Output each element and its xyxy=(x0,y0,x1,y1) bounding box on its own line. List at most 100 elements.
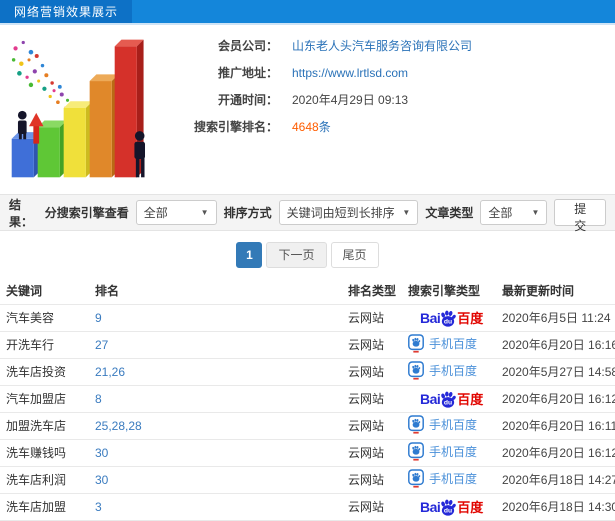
mobile-baidu-label: 手机百度 xyxy=(429,444,478,459)
header-bar: 网络营销效果展示 xyxy=(0,0,615,25)
open-time-label: 开通时间： xyxy=(217,93,278,107)
mobile-baidu-icon xyxy=(408,360,424,380)
chevron-down-icon: ▼ xyxy=(531,208,540,217)
rank-value-link[interactable]: 27 xyxy=(95,338,108,352)
baidu-logo-text: Bai xyxy=(420,309,441,326)
rank-cell: 25,28,28 xyxy=(89,412,342,440)
sort-filter-value: 关键词由短到长排序 xyxy=(286,206,395,220)
mobile-baidu-icon xyxy=(408,414,424,434)
svg-text:du: du xyxy=(444,399,452,406)
bar-green xyxy=(37,120,67,178)
page-1-button[interactable]: 1 xyxy=(236,241,263,268)
rank-cell: 3 xyxy=(89,493,342,521)
sort-filter-select[interactable]: 关键词由短到长排序 ▼ xyxy=(278,200,419,225)
open-time-value: 2020年4月29日 09:13 xyxy=(292,93,409,107)
baidu-mobile-badge: 手机百度 xyxy=(408,468,478,488)
baidu-paw-icon: du xyxy=(441,391,457,408)
engine-filter-select[interactable]: 全部 ▼ xyxy=(135,200,217,225)
rank-value-link[interactable]: 3 xyxy=(95,500,102,514)
update-time-cell: 2020年6月5日 11:24 xyxy=(496,304,615,332)
engine-cell: 手机百度 xyxy=(402,466,496,494)
rank-type-cell: 云网站 xyxy=(342,358,402,386)
rank-count-value: 4648条 xyxy=(292,118,331,135)
article-type-label: 文章类型 xyxy=(425,206,474,220)
rank-value-link[interactable]: 25,28,28 xyxy=(95,419,142,433)
table-row: 开洗车行 27 云网站 手机百度 2020年6月20日 16:16 xyxy=(0,331,615,359)
page-title: 网络营销效果展示 xyxy=(0,0,133,23)
table-row: 洗车赚钱吗 30 云网站 手机百度 2020年6月20日 16:12 xyxy=(0,439,615,467)
submit-button[interactable]: 提交 xyxy=(554,199,607,233)
keyword-cell: 洗车店投资 xyxy=(0,358,89,386)
baidu-mobile-badge: 手机百度 xyxy=(408,414,478,434)
engine-cell: 手机百度 xyxy=(402,439,496,467)
header-rank: 排名 xyxy=(89,278,342,305)
company-link[interactable]: 山东老人头汽车服务咨询有限公司 xyxy=(292,37,472,54)
table-row: 洗车店投资 21,26 云网站 手机百度 2020年5月27日 14:58 xyxy=(0,358,615,386)
rank-value-link[interactable]: 9 xyxy=(95,311,102,325)
update-time-cell: 2020年6月20日 16:11 xyxy=(496,412,615,440)
url-label: 推广地址： xyxy=(217,66,278,80)
promotion-url-link[interactable]: https://www.lrtlsd.com xyxy=(292,66,408,80)
update-time-cell: 2020年6月20日 16:12 xyxy=(496,385,615,413)
header-keyword: 关键词 xyxy=(0,278,89,305)
confetti-dots xyxy=(11,40,74,110)
update-time-cell: 2020年6月20日 16:16 xyxy=(496,331,615,359)
keyword-cell: 洗车赚钱吗 xyxy=(0,439,89,467)
baidu-mobile-badge: 手机百度 xyxy=(408,333,477,353)
mobile-baidu-icon xyxy=(408,468,424,488)
mobile-baidu-label: 手机百度 xyxy=(429,417,478,432)
table-row: 洗车店加盟 3 云网站 Bai du 百度 2020年6月18日 14:30 xyxy=(0,493,615,521)
rank-type-cell: 云网站 xyxy=(342,331,402,359)
mobile-baidu-icon xyxy=(408,441,424,461)
mobile-baidu-icon xyxy=(408,333,424,353)
baidu-paw-icon: du xyxy=(441,499,457,516)
rank-value-link[interactable]: 30 xyxy=(95,446,108,460)
rank-cell: 21,26 xyxy=(89,358,342,386)
update-time-cell: 2020年6月18日 14:27 xyxy=(496,466,615,494)
growth-chart-illustration xyxy=(11,39,146,178)
engine-cell: 手机百度 xyxy=(402,358,496,386)
header-rank-type: 排名类型 xyxy=(342,278,402,305)
results-table: 关键词 排名 排名类型 搜索引擎类型 最新更新时间 汽车美容 9 云网站 Bai du 百… xyxy=(0,278,615,521)
baidu-mobile-badge: 手机百度 xyxy=(408,441,478,461)
svg-text:du: du xyxy=(444,507,452,514)
update-time-cell: 2020年6月18日 14:30 xyxy=(496,493,615,521)
engine-cell: Bai du 百度 xyxy=(402,385,496,413)
info-row-open-time: 开通时间： 2020年4月29日 09:13 xyxy=(178,86,472,113)
rank-cell: 27 xyxy=(89,331,342,359)
engine-filter-value: 全部 xyxy=(143,206,168,220)
rank-type-cell: 云网站 xyxy=(342,412,402,440)
company-label: 会员公司： xyxy=(217,39,278,53)
baidu-paw-icon: du xyxy=(441,310,457,327)
svg-text:du: du xyxy=(444,318,452,325)
keyword-cell: 洗车店加盟 xyxy=(0,493,89,521)
header-engine: 搜索引擎类型 xyxy=(402,278,496,305)
article-type-value: 全部 xyxy=(488,206,513,220)
filter-bar: 结果： 分搜索引擎查看 全部 ▼ 排序方式 关键词由短到长排序 ▼ 文章类型 全… xyxy=(0,194,615,233)
baidu-pc-logo: Bai du 百度 xyxy=(420,308,483,327)
rank-type-cell: 云网站 xyxy=(342,385,402,413)
member-info: 会员公司： 山东老人头汽车服务咨询有限公司 推广地址： https://www.… xyxy=(178,32,472,140)
mobile-baidu-label: 手机百度 xyxy=(429,363,478,378)
last-page-button[interactable]: 尾页 xyxy=(330,241,379,268)
rank-value-link[interactable]: 8 xyxy=(95,392,102,406)
rank-cell: 9 xyxy=(89,304,342,332)
baidu-mobile-badge: 手机百度 xyxy=(408,360,478,380)
info-row-company: 会员公司： 山东老人头汽车服务咨询有限公司 xyxy=(178,32,472,59)
baidu-pc-logo: Bai du 百度 xyxy=(420,497,483,516)
rank-count-number: 4648 xyxy=(292,120,319,134)
engine-cell: 手机百度 xyxy=(402,331,496,359)
header-update-time: 最新更新时间 xyxy=(496,278,615,305)
next-page-button[interactable]: 下一页 xyxy=(266,241,327,268)
filter-controls: 分搜索引擎查看 全部 ▼ 排序方式 关键词由短到长排序 ▼ 文章类型 全部 ▼ … xyxy=(45,199,607,233)
keyword-cell: 加盟洗车店 xyxy=(0,412,89,440)
article-type-select[interactable]: 全部 ▼ xyxy=(480,200,548,225)
table-header-row: 关键词 排名 排名类型 搜索引擎类型 最新更新时间 xyxy=(0,278,615,305)
table-row: 加盟洗车店 25,28,28 云网站 手机百度 2020年6月20日 16:11 xyxy=(0,412,615,440)
rank-value-link[interactable]: 30 xyxy=(95,473,108,487)
mobile-baidu-label: 手机百度 xyxy=(429,471,478,486)
baidu-logo-text: Bai xyxy=(420,390,441,407)
update-time-cell: 2020年5月27日 14:58 xyxy=(496,358,615,386)
rank-value-link[interactable]: 21,26 xyxy=(95,365,125,379)
info-section: 会员公司： 山东老人头汽车服务咨询有限公司 推广地址： https://www.… xyxy=(0,25,615,194)
